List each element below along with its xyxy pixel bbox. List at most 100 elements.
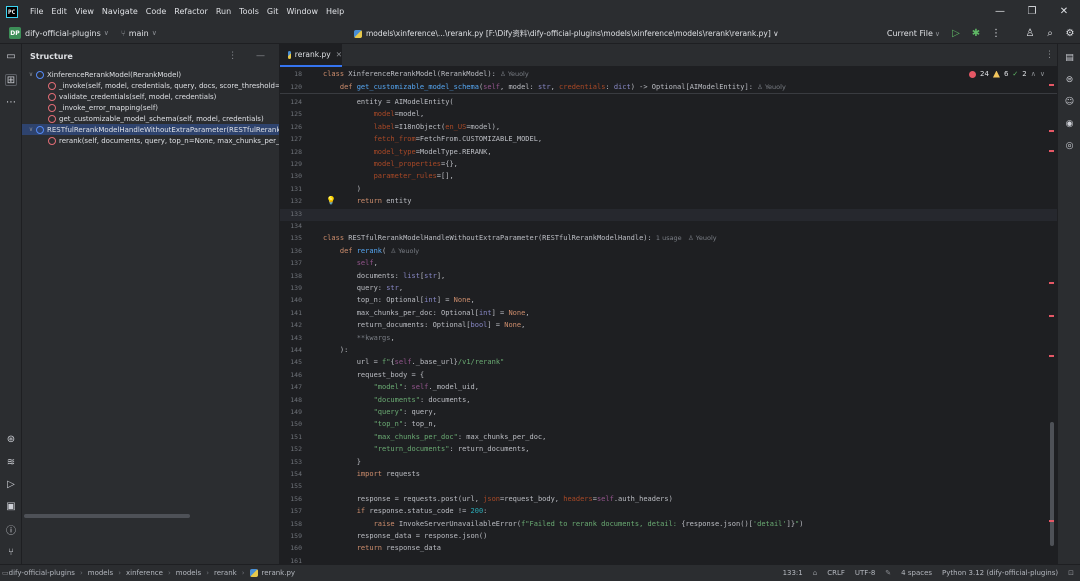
horizontal-scrollbar[interactable] (24, 514, 190, 518)
code-token: self (596, 494, 614, 503)
git-icon[interactable]: ⑂ (5, 546, 17, 558)
code-editor[interactable]: 124 entity = AIModelEntity(125 model=mod… (280, 67, 1057, 564)
inspection-widget[interactable]: 24 6 ✓ 2 ∧ ∨ (969, 70, 1045, 78)
error-marker[interactable] (1049, 130, 1054, 132)
menu-refactor[interactable]: Refactor (170, 0, 212, 23)
pycharm-logo-icon[interactable]: PC (6, 5, 18, 18)
breadcrumb-item[interactable]: rerank.py (262, 569, 296, 577)
structure-item[interactable]: _invoke(self, model, credentials, query,… (22, 80, 279, 91)
lightbulb-icon[interactable]: 💡 (326, 196, 336, 205)
ai-assistant-icon[interactable]: ☺ (1064, 96, 1075, 107)
code-token: def (323, 246, 357, 255)
close-tab-icon[interactable]: ✕ (336, 50, 342, 59)
structure-item[interactable]: get_customizable_model_schema(self, mode… (22, 113, 279, 124)
python-packages-icon[interactable]: ⊛ (5, 433, 17, 445)
encoding[interactable]: UTF-8 (855, 569, 875, 577)
chevron-down-icon[interactable]: ∨ (26, 71, 36, 78)
menu-git[interactable]: Git (263, 0, 283, 23)
terminal-icon[interactable]: ▣ (5, 500, 17, 512)
tab-rerank-py[interactable]: rerank.py ✕ (280, 44, 342, 67)
structure-icon[interactable]: ⊞ (5, 74, 17, 86)
notifications-icon[interactable]: ▤ (1064, 52, 1075, 63)
error-marker[interactable] (1049, 355, 1054, 357)
more-tools-icon[interactable]: ⋯ (5, 96, 17, 108)
chevron-down-icon[interactable]: ∨ (1040, 70, 1045, 78)
code-line: } (323, 456, 361, 468)
error-marker[interactable] (1049, 315, 1054, 317)
breadcrumb-item[interactable]: models (88, 569, 113, 577)
structure-item[interactable]: _invoke_error_mapping(self) (22, 102, 279, 113)
user-icon[interactable]: ♙ (1020, 23, 1040, 44)
chevron-down-icon[interactable]: ∨ (104, 29, 109, 37)
branch-selector[interactable]: main (129, 29, 149, 38)
plugin-icon[interactable]: ◎ (1064, 140, 1075, 151)
run-icon[interactable]: ▷ (946, 23, 966, 44)
search-icon[interactable]: ⌕ (1040, 23, 1060, 44)
more-actions-icon[interactable]: ⋮ (986, 23, 1006, 44)
interpreter[interactable]: Python 3.12 (dify-official-plugins) (942, 569, 1058, 577)
chevron-down-icon[interactable]: ∨ (935, 30, 940, 38)
layers-icon[interactable]: ≋ (5, 456, 17, 468)
breadcrumb-item[interactable]: dify-official-plugins (9, 569, 75, 577)
menu-window[interactable]: Window (282, 0, 322, 23)
code-token: "model" (323, 383, 404, 392)
code-token: response_data (386, 544, 442, 553)
code-token: class (323, 234, 349, 243)
indent[interactable]: 4 spaces (901, 569, 932, 577)
run-config-selector[interactable]: Current File (887, 29, 933, 38)
readonly-icon[interactable]: ⌂ (813, 569, 817, 577)
toolbar-right: Current File ∨ ▷ ✱ ⋮ ♙ ⌕ ⚙ (887, 23, 1080, 44)
project-badge[interactable]: DP (9, 27, 21, 39)
breadcrumb-item[interactable]: models (176, 569, 201, 577)
structure-item[interactable]: validate_credentials(self, model, creden… (22, 91, 279, 102)
vertical-scrollbar[interactable] (1050, 422, 1054, 546)
copilot-icon[interactable]: ◉ (1064, 118, 1075, 129)
debug-icon[interactable]: ✱ (966, 23, 986, 44)
code-token: ♙ Yeuoly (752, 82, 786, 91)
menu-help[interactable]: Help (322, 0, 348, 23)
line-ending[interactable]: CRLF (827, 569, 845, 577)
close-icon[interactable]: ✕ (1048, 0, 1080, 23)
breadcrumb-item[interactable]: xinference (126, 569, 163, 577)
chevron-down-icon[interactable]: ∨ (152, 29, 157, 37)
breadcrumb-item[interactable]: rerank (214, 569, 237, 577)
menu-code[interactable]: Code (142, 0, 170, 23)
code-token: ={}, (441, 160, 458, 168)
menu-file[interactable]: File (26, 0, 47, 23)
error-marker[interactable] (1049, 150, 1054, 152)
file-path[interactable]: models\xinference\...\rerank.py [F:\Dify… (354, 23, 779, 44)
chevron-up-icon[interactable]: ∧ (1031, 70, 1036, 78)
menu-run[interactable]: Run (212, 0, 235, 23)
maximize-icon[interactable]: ❐ (1016, 0, 1048, 23)
error-marker[interactable] (1049, 84, 1054, 86)
menu-view[interactable]: View (71, 0, 98, 23)
problems-icon[interactable]: ⓘ (5, 523, 17, 537)
database-icon[interactable]: ⊜ (1064, 74, 1075, 85)
project-folder-icon[interactable]: ▭ (5, 50, 17, 62)
structure-item[interactable]: ∨ XinferenceRerankModel(RerankModel) (22, 69, 279, 80)
chevron-right-icon: › (167, 569, 171, 577)
structure-item[interactable]: rerank(self, documents, query, top_n=Non… (22, 135, 279, 146)
chevron-down-icon[interactable]: ∨ (26, 126, 36, 133)
structure-item[interactable]: ∨ RESTfulRerankModelHandleWithoutExtraPar… (22, 124, 279, 135)
error-marker[interactable] (1049, 520, 1054, 522)
menu-tools[interactable]: Tools (235, 0, 263, 23)
code-token: , model: (500, 82, 538, 91)
run-tool-icon[interactable]: ▷ (5, 478, 17, 490)
menu-edit[interactable]: Edit (47, 0, 71, 23)
tab-options-icon[interactable]: ⋮ (1045, 50, 1054, 60)
settings-icon[interactable]: ⚙ (1060, 23, 1080, 44)
menu-navigate[interactable]: Navigate (98, 0, 142, 23)
main-menu: File Edit View Navigate Code Refactor Run Tools… (26, 0, 348, 23)
lock-icon[interactable]: ⊡ (1068, 569, 1074, 577)
code-token: : (605, 82, 614, 91)
code-token: model (323, 110, 395, 119)
structure-item-label: validate_credentials(self, model, creden… (59, 92, 217, 101)
inspections-icon[interactable]: ✎ (885, 569, 891, 577)
caret-position[interactable]: 133:1 (783, 569, 803, 577)
code-token: , (550, 82, 560, 91)
error-marker[interactable] (1049, 282, 1054, 284)
minimize-icon[interactable]: — (984, 0, 1016, 23)
project-selector[interactable]: dify-official-plugins (25, 29, 101, 38)
panel-options-icon[interactable]: ⋮ — (228, 51, 273, 61)
